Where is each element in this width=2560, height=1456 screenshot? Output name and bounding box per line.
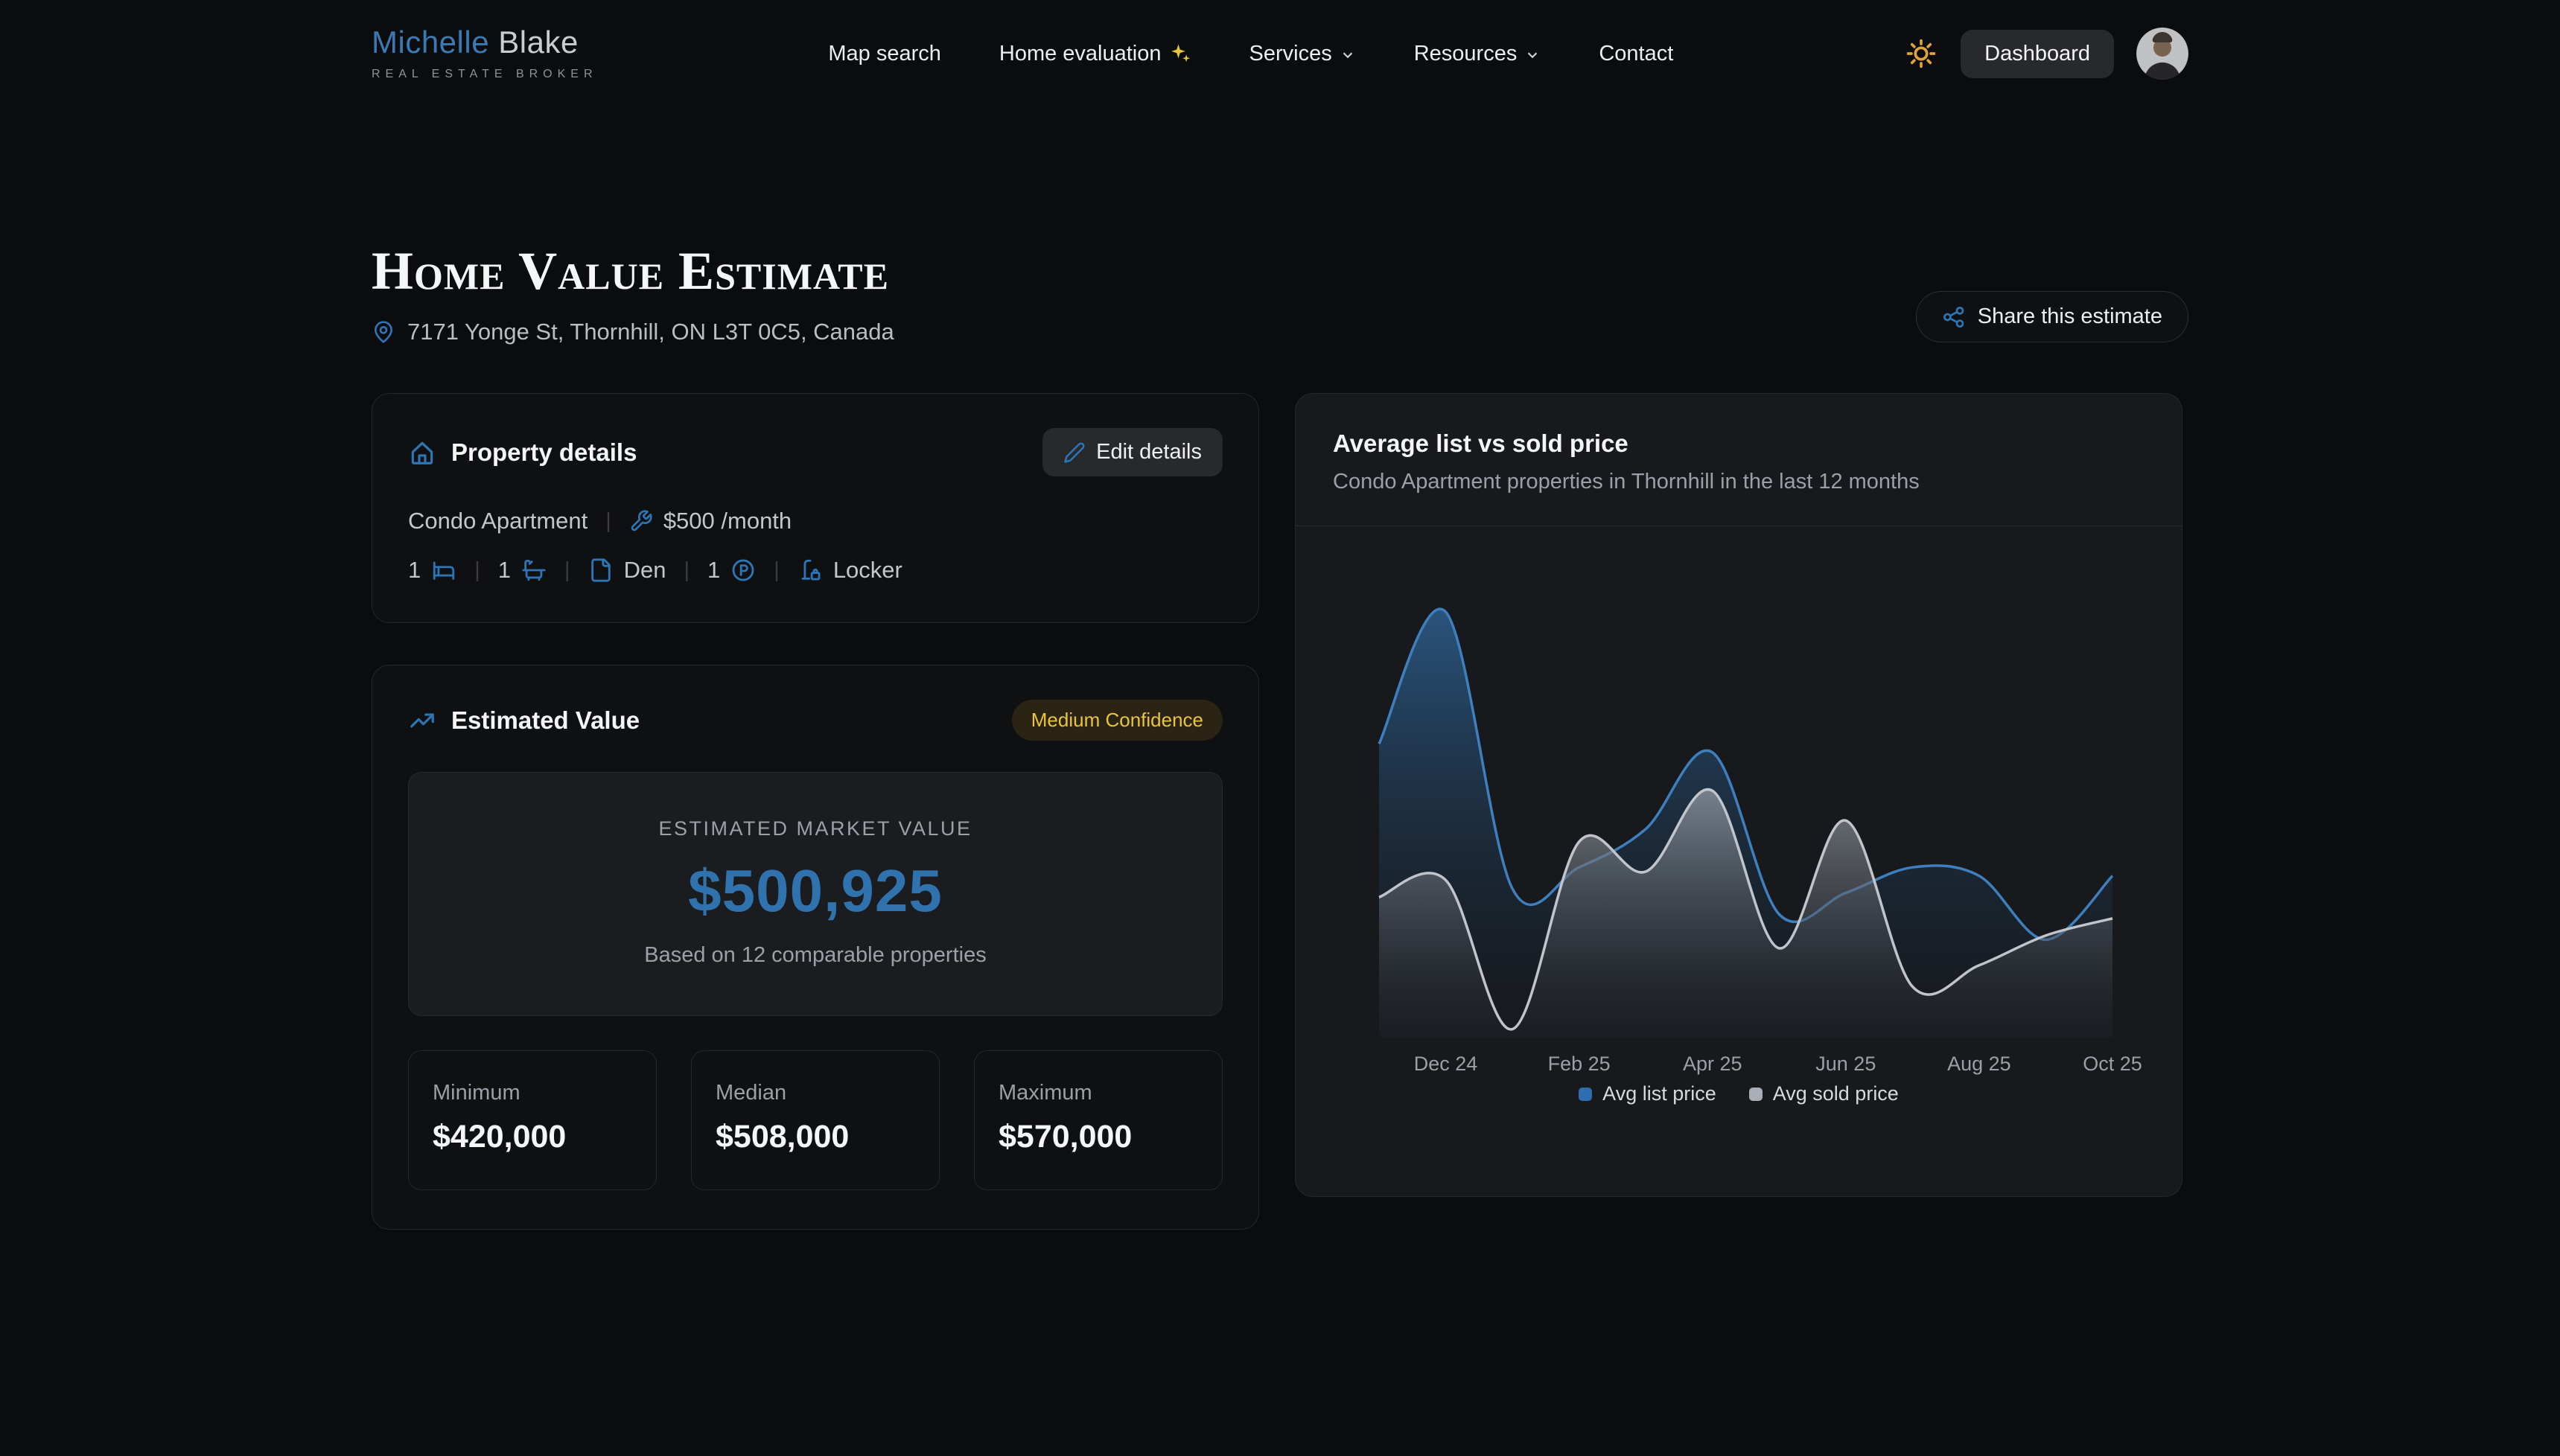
property-address: 7171 Yonge St, Thornhill, ON L3T 0C5, Ca…: [407, 319, 894, 345]
property-type: Condo Apartment: [408, 508, 588, 534]
stat-box-minimum: Minimum $420,000: [408, 1050, 657, 1190]
x-tick-label: Aug 25: [1947, 1053, 2011, 1075]
brand-tagline: REAL ESTATE BROKER: [372, 68, 598, 80]
separator: |: [564, 558, 570, 583]
spec-item-locker: Locker: [797, 557, 902, 584]
estimated-value-card: Estimated Value Medium Confidence ESTIMA…: [372, 665, 1259, 1230]
chevron-down-icon: [1524, 47, 1541, 63]
main-nav: Map search Home evaluation Services Resourc…: [598, 42, 1905, 66]
brand-logo[interactable]: Michelle Blake REAL ESTATE BROKER: [372, 27, 598, 80]
edit-details-button[interactable]: Edit details: [1042, 428, 1223, 476]
chart-legend: Avg list price Avg sold price: [1296, 1082, 2182, 1105]
legend-swatch: [1749, 1088, 1763, 1101]
nav-item-services[interactable]: Services: [1249, 42, 1356, 66]
chart-plot-area: [1379, 609, 2112, 1038]
site-header: Michelle Blake REAL ESTATE BROKER Map se…: [0, 0, 2560, 80]
brand-last-name: Blake: [498, 25, 579, 60]
house-icon: [408, 438, 436, 467]
stat-label: Maximum: [999, 1081, 1198, 1105]
legend-label: Avg list price: [1602, 1082, 1716, 1105]
bed-icon: [431, 558, 456, 583]
chart-subtitle: Condo Apartment properties in Thornhill …: [1333, 470, 2145, 494]
pencil-icon: [1063, 441, 1086, 464]
sparkles-icon: [1169, 42, 1191, 65]
brand-first-name: Michelle: [372, 25, 489, 60]
nav-item-label: Map search: [828, 42, 941, 66]
legend-swatch: [1579, 1088, 1592, 1101]
nav-item-label: Home evaluation: [999, 42, 1162, 66]
user-avatar[interactable]: [2136, 28, 2188, 80]
legend-item-avg-sold-price[interactable]: Avg sold price: [1749, 1082, 1899, 1105]
avatar-image: [2136, 28, 2188, 80]
market-value-amount: $500,925: [439, 857, 1192, 925]
price-area-chart[interactable]: Dec 24 Feb 25 Apr 25 Jun 25 Aug 25 Oct 25: [1296, 526, 2181, 1081]
page-title: Home Value Estimate: [372, 240, 894, 302]
chart-title: Average list vs sold price: [1333, 430, 2145, 458]
value-stats-row: Minimum $420,000 Median $508,000 Maximum $570…: [408, 1050, 1223, 1190]
spec-label: Den: [624, 557, 666, 584]
stat-box-median: Median $508,000: [691, 1050, 940, 1190]
share-estimate-label: Share this estimate: [1978, 304, 2162, 329]
parking-icon: [730, 558, 756, 583]
spec-count: 1: [707, 557, 720, 584]
legend-item-avg-list-price[interactable]: Avg list price: [1579, 1082, 1716, 1105]
nav-item-contact[interactable]: Contact: [1599, 42, 1673, 66]
estimated-value-title: Estimated Value: [451, 706, 640, 735]
chevron-down-icon: [1340, 47, 1356, 63]
file-icon: [588, 558, 614, 583]
x-tick-label: Oct 25: [2083, 1053, 2142, 1075]
share-estimate-button[interactable]: Share this estimate: [1916, 291, 2188, 342]
wrench-icon: [629, 509, 653, 533]
market-value-label: ESTIMATED MARKET VALUE: [439, 817, 1192, 840]
sun-icon: [1905, 37, 1937, 70]
stat-value: $420,000: [433, 1119, 632, 1155]
stat-box-maximum: Maximum $570,000: [974, 1050, 1223, 1190]
market-value-panel: ESTIMATED MARKET VALUE $500,925 Based on…: [408, 772, 1223, 1016]
maintenance-fee: $500 /month: [663, 508, 792, 534]
spec-item-bed: 1: [408, 557, 456, 584]
share-icon: [1942, 305, 1966, 329]
spec-item-file: Den: [588, 557, 666, 584]
separator: |: [684, 558, 690, 583]
nav-item-label: Services: [1249, 42, 1332, 66]
x-tick-label: Feb 25: [1548, 1053, 1611, 1075]
nav-item-label: Contact: [1599, 42, 1673, 66]
map-pin-icon: [372, 320, 395, 344]
nav-item-resources[interactable]: Resources: [1414, 42, 1541, 66]
spec-item-parking: 1: [707, 557, 756, 584]
separator: |: [474, 558, 480, 583]
property-spec-row: 1 | 1 | Den | 1 | Locker: [408, 557, 1223, 584]
stat-label: Median: [716, 1081, 915, 1105]
stat-value: $570,000: [999, 1119, 1198, 1155]
locker-icon: [797, 558, 823, 583]
theme-toggle-button[interactable]: [1904, 36, 1938, 71]
confidence-badge: Medium Confidence: [1012, 700, 1223, 741]
property-details-title: Property details: [451, 438, 637, 467]
x-tick-label: Dec 24: [1414, 1053, 1478, 1075]
spec-label: Locker: [833, 557, 902, 584]
dashboard-button[interactable]: Dashboard: [1961, 30, 2114, 78]
trending-up-icon: [408, 706, 436, 735]
bath-icon: [521, 558, 547, 583]
legend-label: Avg sold price: [1773, 1082, 1899, 1105]
x-tick-label: Apr 25: [1683, 1053, 1742, 1075]
edit-details-label: Edit details: [1096, 440, 1202, 464]
stat-value: $508,000: [716, 1119, 915, 1155]
separator: |: [774, 558, 780, 583]
property-details-card: Property details Edit details Condo Apar…: [372, 393, 1259, 623]
spec-count: 1: [498, 557, 511, 584]
price-chart-card: Average list vs sold price Condo Apartme…: [1295, 393, 2182, 1197]
stat-label: Minimum: [433, 1081, 632, 1105]
nav-item-home-evaluation[interactable]: Home evaluation: [999, 42, 1191, 66]
nav-item-map-search[interactable]: Map search: [828, 42, 941, 66]
nav-item-label: Resources: [1414, 42, 1518, 66]
separator: |: [605, 509, 611, 534]
spec-count: 1: [408, 557, 421, 584]
spec-item-bath: 1: [498, 557, 547, 584]
market-value-caption: Based on 12 comparable properties: [439, 943, 1192, 968]
x-tick-label: Jun 25: [1815, 1053, 1876, 1075]
